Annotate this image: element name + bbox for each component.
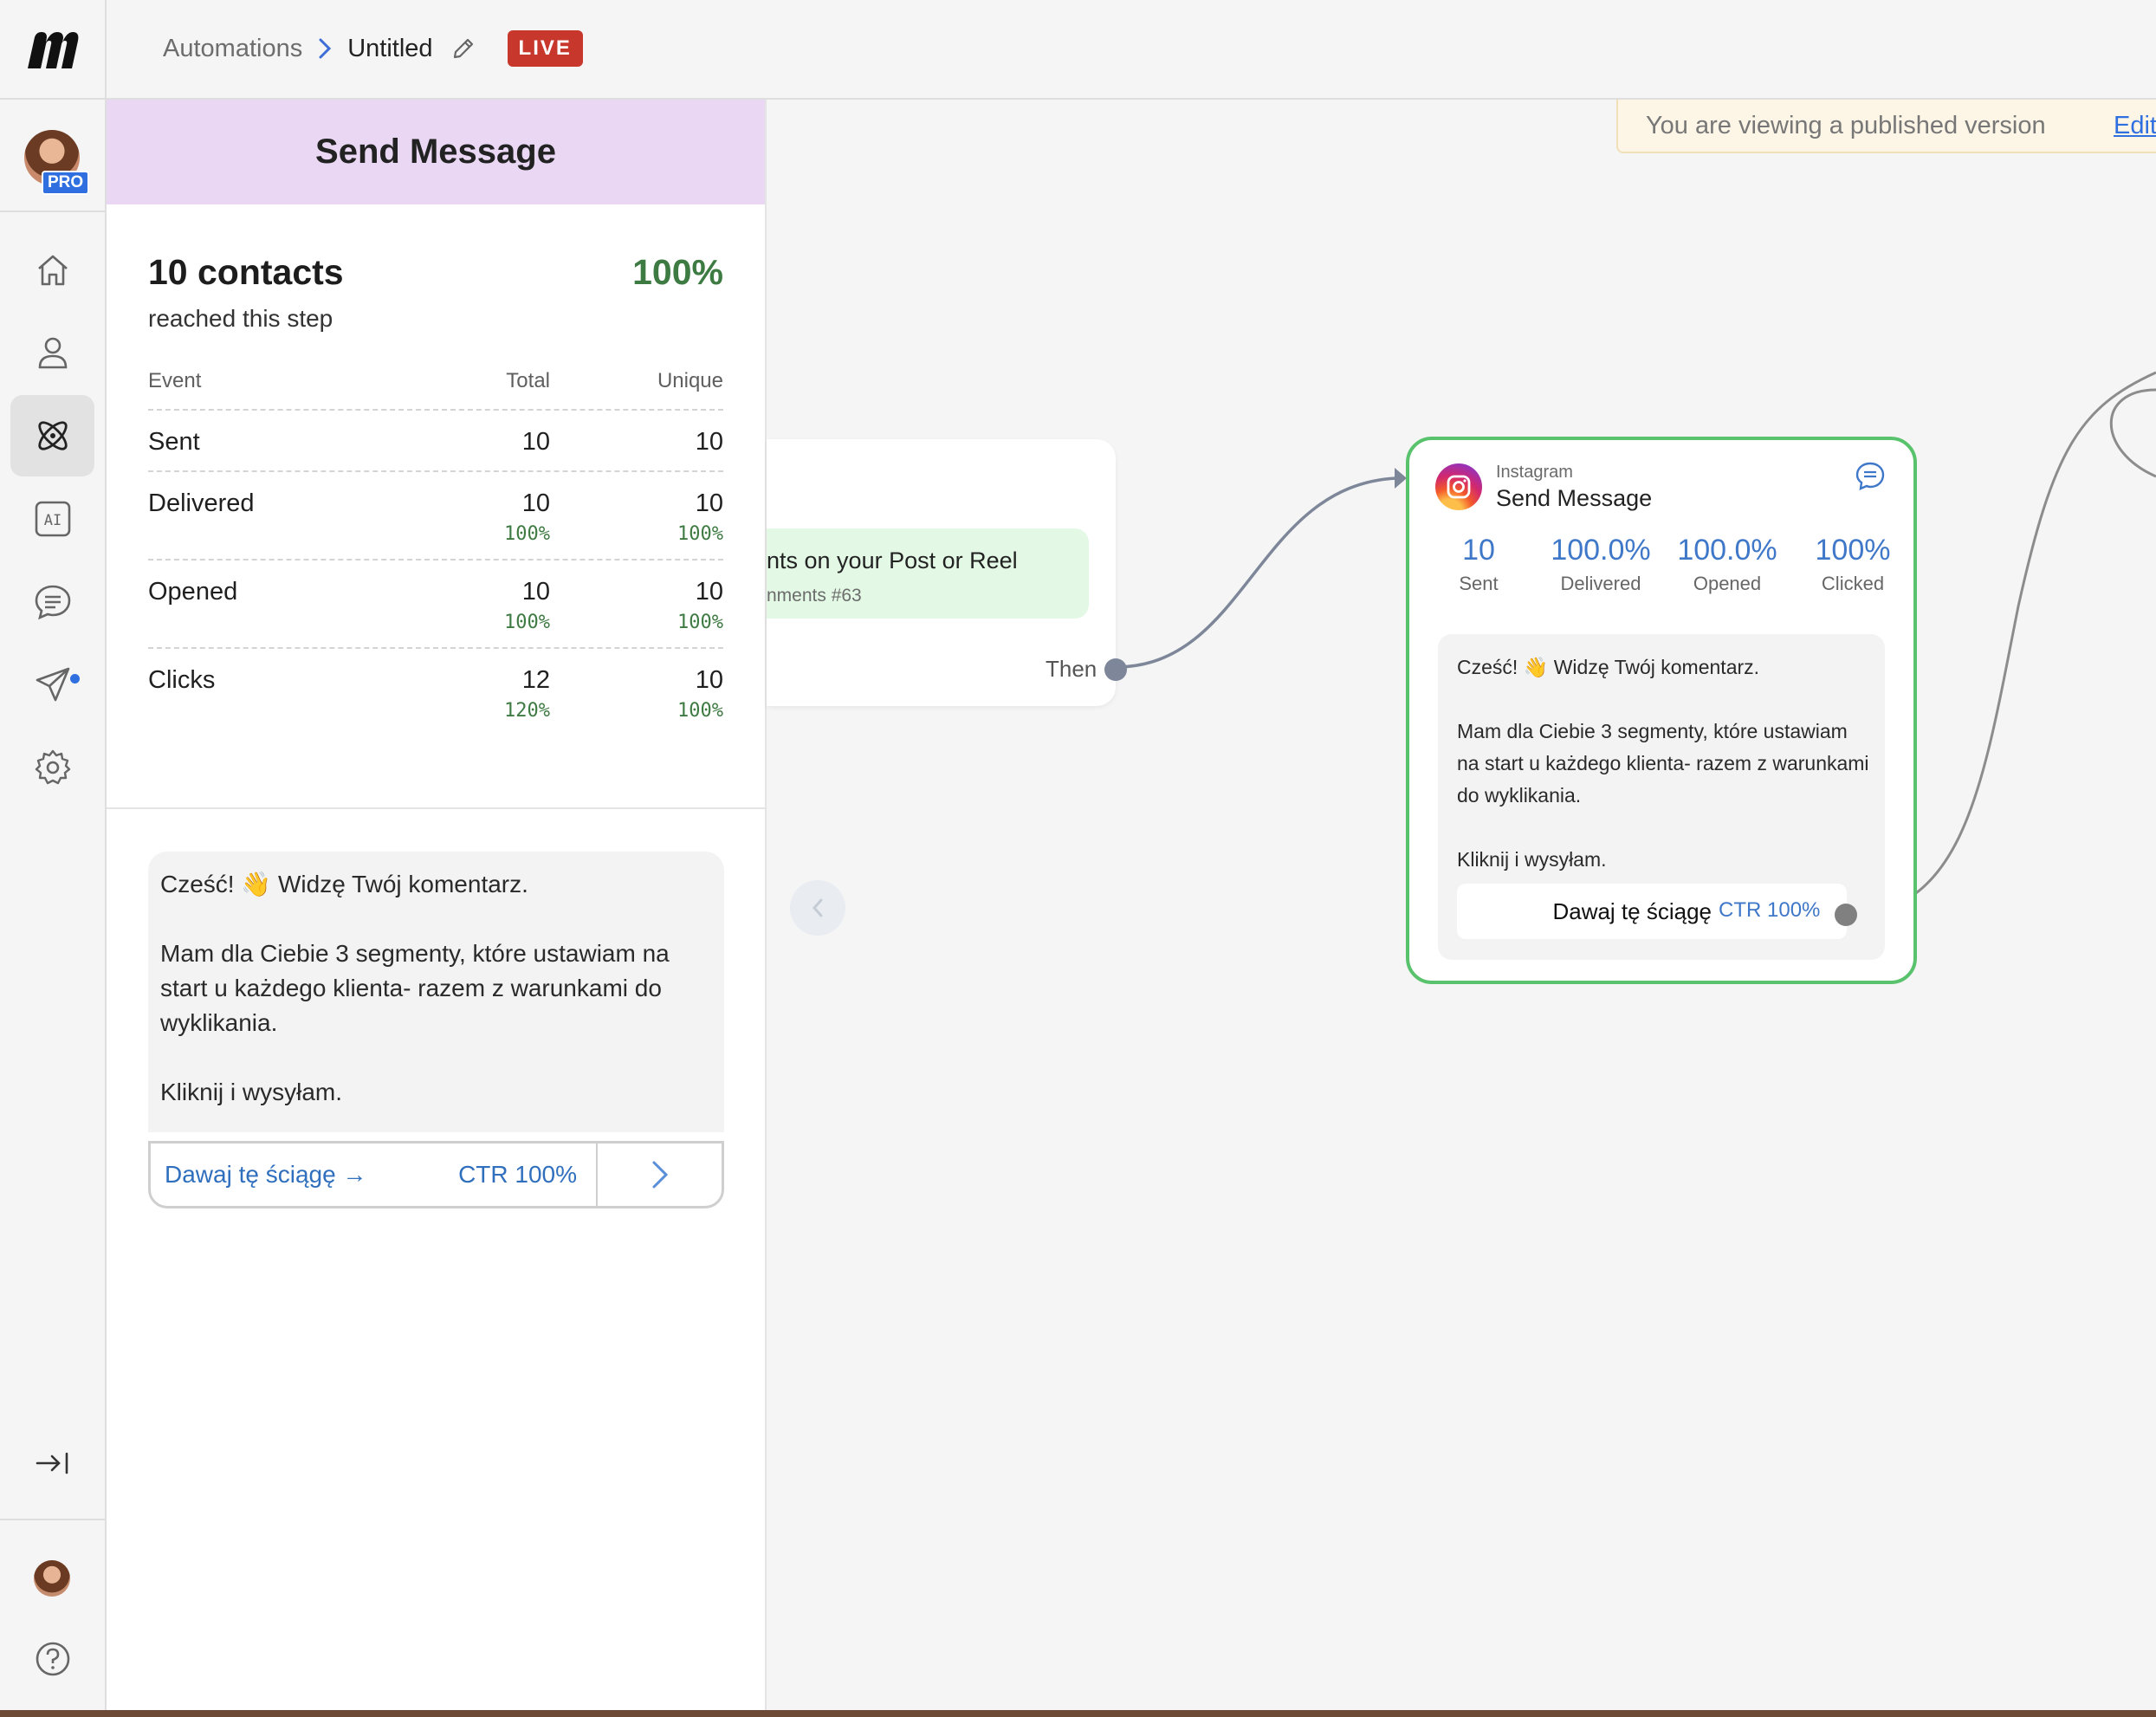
- reached-label: reached this step: [148, 305, 333, 332]
- help-icon[interactable]: [10, 1618, 94, 1700]
- stat-label: Delivered: [1560, 573, 1641, 594]
- step-details-panel: Send Message 10 contacts 100% reached th…: [107, 100, 767, 1717]
- message-button-label[interactable]: Dawaj tę ściągę →: [151, 1161, 407, 1189]
- instagram-send-message-node[interactable]: Instagram Send Message 10 Sent 100.0% De…: [1406, 437, 1917, 984]
- stat-value: 100.0%: [1551, 534, 1651, 567]
- table-header: Event Total Unique: [148, 369, 723, 411]
- stat-sent: 10 Sent: [1418, 534, 1539, 595]
- stat-label: Sent: [1459, 573, 1499, 594]
- panel-divider: [107, 807, 765, 809]
- event-name: Clicks: [148, 666, 216, 694]
- stat-opened: 100.0% Opened: [1667, 534, 1788, 595]
- message-button-row[interactable]: Dawaj tę ściągę → CTR 100%: [148, 1141, 724, 1208]
- node-button-label: Dawaj tę ściągę: [1552, 898, 1712, 924]
- collapse-sidebar-icon[interactable]: [10, 1422, 94, 1504]
- event-name: Sent: [148, 428, 200, 456]
- table-row: Opened 10 100% 10 100%: [148, 560, 723, 649]
- collapse-panel-button[interactable]: [790, 880, 845, 936]
- svg-text:AI: AI: [43, 512, 61, 529]
- message-button-ctr: CTR 100%: [458, 1161, 577, 1188]
- trigger-node[interactable]: nts on your Post or Reel nments #63 Then: [767, 439, 1116, 706]
- total-percentage: 120%: [504, 700, 550, 722]
- logo-icon: [27, 31, 78, 68]
- event-name: Opened: [148, 578, 238, 606]
- column-total: Total: [506, 369, 550, 392]
- node-message-text: Cześć! 👋 Widzę Twój komentarz. Mam dla C…: [1457, 656, 1869, 871]
- top-bar: Automations Untitled LIVE: [0, 0, 2156, 100]
- total-value: 12: [521, 666, 550, 694]
- left-sidebar: PRO AI: [0, 100, 107, 1717]
- banner-text: You are viewing a published version: [1646, 112, 2046, 139]
- home-icon[interactable]: [10, 230, 94, 311]
- node-stats: 10 Sent 100.0% Delivered 100.0% Opened 1…: [1409, 534, 1913, 605]
- stat-delivered: 100.0% Delivered: [1540, 534, 1661, 595]
- stat-label: Clicked: [1821, 573, 1885, 594]
- unique-value: 10: [695, 489, 723, 517]
- column-unique: Unique: [657, 369, 723, 392]
- then-label: Then: [1046, 656, 1097, 682]
- table-row: Clicks 12 120% 10 100%: [148, 649, 723, 735]
- total-percentage: 100%: [504, 523, 550, 545]
- node-title: Send Message: [1496, 485, 1653, 511]
- unique-percentage: 100%: [677, 612, 723, 633]
- breadcrumb-automations[interactable]: Automations: [163, 35, 302, 63]
- reached-percentage: 100%: [632, 252, 723, 292]
- edit-link[interactable]: Edit: [2114, 112, 2156, 140]
- live-status-badge: LIVE: [507, 30, 583, 67]
- chevron-right-icon[interactable]: [596, 1144, 722, 1206]
- panel-title: Send Message: [107, 100, 765, 204]
- published-version-banner: You are viewing a published version Edit: [1616, 100, 2156, 153]
- node-platform: Instagram: [1496, 463, 1573, 482]
- then-connector-handle[interactable]: [1104, 658, 1127, 681]
- stat-value: 10: [1462, 534, 1495, 567]
- column-event: Event: [148, 369, 202, 392]
- app-logo[interactable]: [0, 0, 107, 100]
- contacts-count: 10 contacts: [148, 252, 344, 292]
- button-connector-handle[interactable]: [1835, 904, 1857, 926]
- nav-divider: [0, 1519, 105, 1520]
- total-value: 10: [521, 578, 550, 606]
- total-value: 10: [521, 489, 550, 517]
- node-message-preview: Cześć! 👋 Widzę Twój komentarz. Mam dla C…: [1438, 634, 1885, 960]
- table-row: Sent 10 10: [148, 411, 723, 472]
- trigger-condition[interactable]: nts on your Post or Reel nments #63: [767, 528, 1089, 619]
- account-avatar[interactable]: [34, 1560, 70, 1597]
- instagram-icon: [1435, 463, 1482, 510]
- stat-label: Opened: [1693, 573, 1762, 594]
- total-percentage: 100%: [504, 612, 550, 633]
- total-value: 10: [521, 428, 550, 456]
- trigger-subtitle: nments #63: [767, 586, 862, 606]
- unique-value: 10: [695, 428, 723, 456]
- message-preview: Cześć! 👋 Widzę Twój komentarz. Mam dla C…: [148, 852, 724, 1132]
- stat-value: 100%: [1815, 534, 1891, 567]
- event-name: Delivered: [148, 489, 255, 517]
- node-message-button[interactable]: Dawaj tę ściągę CTR 100%: [1457, 884, 1847, 939]
- table-row: Delivered 10 100% 10 100%: [148, 472, 723, 560]
- chevron-left-icon: [812, 898, 823, 917]
- automation-icon[interactable]: [10, 395, 94, 476]
- unique-percentage: 100%: [677, 523, 723, 545]
- unique-value: 10: [695, 666, 723, 694]
- unique-value: 10: [695, 578, 723, 606]
- profile-section: PRO: [0, 100, 105, 212]
- events-table: Event Total Unique Sent 10 10 Delivered …: [148, 369, 723, 735]
- node-button-ctr: CTR 100%: [1719, 898, 1821, 922]
- step-stats: 10 contacts 100% reached this step Event…: [107, 204, 765, 735]
- automation-name[interactable]: Untitled: [347, 35, 432, 63]
- chat-icon[interactable]: [1855, 461, 1886, 492]
- unique-percentage: 100%: [677, 700, 723, 722]
- gear-icon[interactable]: [10, 727, 94, 808]
- chevron-right-icon: [318, 37, 332, 60]
- user-icon[interactable]: [10, 312, 94, 393]
- stat-value: 100.0%: [1677, 534, 1777, 567]
- chat-icon[interactable]: [10, 561, 94, 643]
- pro-badge: PRO: [42, 171, 90, 195]
- ai-icon[interactable]: AI: [10, 478, 94, 560]
- pencil-icon[interactable]: [450, 36, 476, 62]
- desktop-edge: [0, 1710, 2156, 1717]
- breadcrumb: Automations Untitled LIVE: [163, 0, 583, 97]
- trigger-title: nts on your Post or Reel: [767, 547, 1018, 573]
- stat-clicked: 100% Clicked: [1792, 534, 1913, 595]
- send-icon[interactable]: [10, 644, 94, 725]
